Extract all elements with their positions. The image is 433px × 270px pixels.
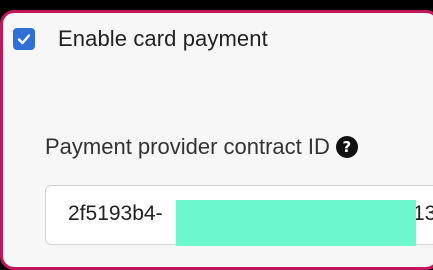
- contract-id-label-row: Payment provider contract ID ?: [45, 134, 358, 160]
- contract-id-label: Payment provider contract ID: [45, 134, 330, 159]
- checkmark-icon: [17, 34, 31, 45]
- question-circle-icon[interactable]: ?: [335, 136, 358, 158]
- enable-card-payment-checkbox[interactable]: [13, 28, 35, 50]
- enable-card-payment-label[interactable]: Enable card payment: [58, 26, 268, 52]
- contract-id-value-start: 2f5193b4-: [68, 202, 163, 225]
- enable-card-payment-row[interactable]: Enable card payment: [13, 26, 268, 52]
- contract-id-input[interactable]: 2f5193b4- 13: [45, 185, 433, 246]
- settings-panel: Enable card payment Payment provider con…: [0, 10, 433, 270]
- redaction-block: [176, 200, 416, 246]
- contract-id-value-end: 13: [413, 202, 433, 225]
